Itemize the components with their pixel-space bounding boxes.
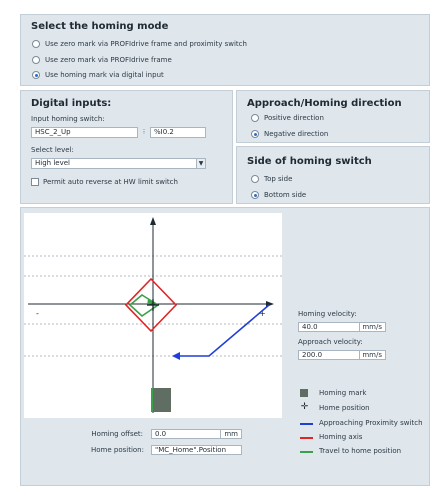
homing-mark: [151, 388, 171, 412]
legend-approach-label: Approaching Proximity switch: [319, 419, 423, 427]
diagram-area: - + Homing velocity: 40.0 mm/s Approach …: [20, 207, 430, 486]
radio-zero-mark-frame[interactable]: [32, 56, 40, 64]
legend-travel-line-icon: [300, 451, 313, 453]
digital-inputs-title: Digital inputs:: [31, 98, 112, 109]
radio-bottom-side-label: Bottom side: [264, 191, 307, 199]
input-homing-switch-field[interactable]: HSC_2_Up: [31, 127, 138, 138]
radio-top-side[interactable]: [251, 175, 259, 183]
chevron-down-icon[interactable]: ▼: [196, 159, 205, 168]
permit-auto-reverse-label: Permit auto reverse at HW limit switch: [43, 178, 178, 186]
homing-offset-label: Homing offset:: [91, 430, 143, 438]
homing-mode-title: Select the homing mode: [31, 21, 169, 32]
select-level-label: Select level:: [31, 146, 74, 154]
legend-homing-mark-label: Homing mark: [319, 389, 367, 397]
approach-velocity-unit: mm/s: [360, 350, 386, 360]
input-address-field[interactable]: %I0.2: [150, 127, 206, 138]
side-panel: Side of homing switch Top side Bottom si…: [236, 146, 430, 204]
digital-inputs-panel: Digital inputs: Input homing switch: HSC…: [20, 90, 233, 204]
legend-home-position-label: Home position: [319, 404, 370, 412]
radio-positive-direction-label: Positive direction: [264, 114, 324, 122]
radio-top-side-label: Top side: [264, 175, 293, 183]
homing-mark-edge: [151, 388, 153, 412]
input-homing-switch-label: Input homing switch:: [31, 115, 105, 123]
legend-homing-mark-icon: [300, 389, 308, 397]
radio-homing-mark-digital-label: Use homing mark via digital input: [45, 71, 164, 79]
select-level-value: High level: [35, 159, 70, 167]
radio-zero-mark-proximity-label: Use zero mark via PROFIdrive frame and p…: [45, 40, 247, 48]
home-position-label: Home position:: [91, 446, 144, 454]
homing-velocity-field[interactable]: 40.0: [298, 322, 360, 332]
radio-homing-mark-digital[interactable]: [32, 71, 40, 79]
approach-path: [177, 304, 270, 357]
legend-travel-label: Travel to home position: [319, 447, 402, 455]
homing-offset-unit: mm: [221, 429, 242, 439]
home-position-field[interactable]: "MC_Home".Position: [151, 445, 242, 455]
direction-title: Approach/Homing direction: [247, 98, 402, 109]
permit-auto-reverse-checkbox[interactable]: [31, 178, 39, 186]
side-title: Side of homing switch: [247, 156, 372, 167]
approach-arrow: [172, 352, 180, 360]
radio-negative-direction[interactable]: [251, 130, 259, 138]
homing-velocity-label: Homing velocity:: [298, 310, 357, 318]
radio-bottom-side[interactable]: [251, 191, 259, 199]
homing-velocity-unit: mm/s: [360, 322, 386, 332]
legend-approach-line-icon: [300, 423, 313, 425]
direction-panel: Approach/Homing direction Positive direc…: [236, 90, 430, 143]
homing-mode-panel: Select the homing mode Use zero mark via…: [20, 14, 430, 86]
legend-homing-axis-label: Homing axis: [319, 433, 363, 441]
approach-velocity-field[interactable]: 200.0: [298, 350, 360, 360]
velocity-axis-arrow: [150, 217, 156, 225]
radio-zero-mark-frame-label: Use zero mark via PROFIdrive frame: [45, 56, 172, 64]
select-level-dropdown[interactable]: High level ▼: [31, 158, 206, 169]
input-browse-icon[interactable]: ⁝: [139, 127, 149, 138]
approach-velocity-label: Approach velocity:: [298, 338, 363, 346]
homing-offset-field[interactable]: 0.0: [151, 429, 221, 439]
homing-diagram: - +: [24, 213, 282, 418]
legend-homing-axis-line-icon: [300, 437, 313, 439]
radio-positive-direction[interactable]: [251, 114, 259, 122]
radio-negative-direction-label: Negative direction: [264, 130, 329, 138]
minus-label: -: [36, 309, 39, 318]
home-position-icon: ✛: [300, 402, 309, 412]
radio-zero-mark-proximity[interactable]: [32, 40, 40, 48]
